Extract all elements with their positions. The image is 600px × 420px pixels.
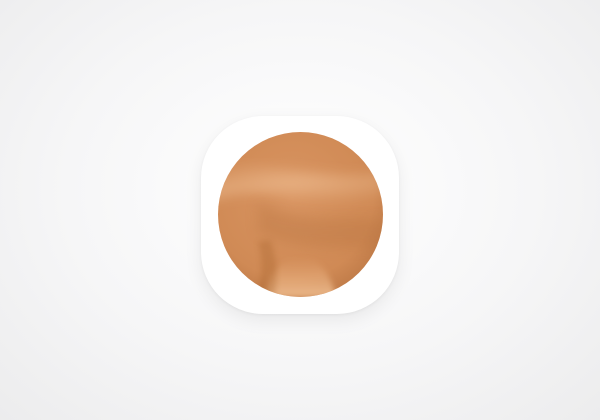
page-background: { "icon": { "name": "circular-artwork-ic… xyxy=(0,0,600,420)
app-icon-button[interactable] xyxy=(201,116,399,314)
artwork-image xyxy=(218,132,383,297)
circular-artwork-icon xyxy=(218,132,383,297)
